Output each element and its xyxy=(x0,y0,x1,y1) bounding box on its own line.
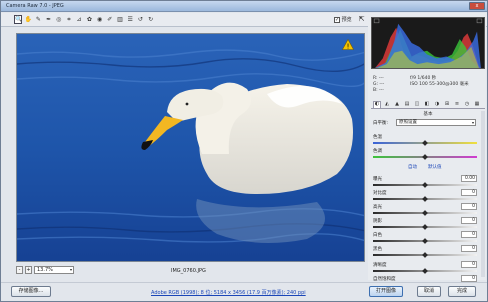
rgb-readout: R: --- G: --- B: --- xyxy=(373,76,384,94)
slider-label: 白色 xyxy=(373,233,382,238)
default-link[interactable]: 默认值 xyxy=(428,164,442,170)
open-image-button[interactable]: 打开图像 xyxy=(369,286,403,297)
slider-label: 阴影 xyxy=(373,219,382,224)
histogram xyxy=(371,17,485,69)
straighten-icon[interactable]: ⊿ xyxy=(75,15,83,24)
warning-glyph: ! xyxy=(347,43,350,51)
panel-tab-icon[interactable]: ≡ xyxy=(453,101,461,108)
zoom-value: 13.7% xyxy=(37,267,53,273)
panel-tab-icon[interactable]: ◧ xyxy=(423,101,431,108)
rotate-left-icon[interactable]: ↺ xyxy=(136,15,144,24)
slider-value-field[interactable]: 0 xyxy=(461,203,477,210)
panel-tab-icon[interactable]: ◐ xyxy=(373,101,381,108)
panel-tab-icon[interactable]: ◑ xyxy=(433,101,441,108)
save-image-button[interactable]: 存储图像... xyxy=(11,286,51,297)
slider-value-field[interactable]: 0 xyxy=(461,275,477,282)
preview-checkbox[interactable]: ✓ 预览 xyxy=(334,16,352,23)
preview-checkbox-box[interactable]: ✓ xyxy=(334,16,340,23)
graduated-filter-icon[interactable]: ▥ xyxy=(116,15,124,24)
camera-info: f/9 1/640 秒 ISO 100 55-300@300 毫米 xyxy=(410,76,469,88)
fullscreen-icon[interactable]: ⇱ xyxy=(357,15,366,24)
rotate-right-icon[interactable]: ↻ xyxy=(147,15,155,24)
slider-value-field[interactable]: 0 xyxy=(461,189,477,196)
panel-tab-icon[interactable]: ▦ xyxy=(473,101,481,108)
slider-label: 高光 xyxy=(373,205,382,210)
panel-tab-icon[interactable]: ⊞ xyxy=(443,101,451,108)
workflow-options-link[interactable]: Adobe RGB (1998); 8 位; 5184 x 3456 (17.9… xyxy=(151,289,306,296)
hand-icon[interactable]: ✋ xyxy=(24,15,32,24)
spot-removal-icon[interactable]: ✿ xyxy=(85,15,93,24)
slider-value-field[interactable]: 0 xyxy=(461,245,477,252)
slider-label: 黑色 xyxy=(373,247,382,252)
panel-tabs: ◐ ◭ ▲ ▤ ◫ ◧ ◑ ⊞ ≡ ◷ ▦ xyxy=(371,100,485,109)
slider-value-field[interactable]: 0 xyxy=(461,231,477,238)
crop-icon[interactable]: ⌗ xyxy=(65,15,73,24)
window-title: Camera Raw 7.0 - JPEG xyxy=(6,3,64,9)
swan-photo xyxy=(17,34,364,261)
red-eye-icon[interactable]: ◉ xyxy=(96,15,104,24)
panel-tab-icon[interactable]: ◷ xyxy=(463,101,471,108)
panel-scrollbar[interactable] xyxy=(481,111,485,277)
close-button[interactable]: x xyxy=(469,2,485,10)
slider-label: 对比度 xyxy=(373,191,387,196)
panel-tab-icon[interactable]: ▲ xyxy=(393,101,401,108)
zoom-level-select[interactable]: 13.7% ▾ xyxy=(34,266,74,274)
zoom-out-button[interactable]: - xyxy=(16,266,23,274)
tint-label: 色调 xyxy=(373,149,382,154)
chevron-down-icon: ▾ xyxy=(69,267,72,272)
chevron-down-icon: ▾ xyxy=(471,120,474,125)
warning-icon[interactable]: ! xyxy=(342,39,354,50)
targeted-adjustment-icon[interactable]: ◎ xyxy=(55,15,63,24)
zoom-in-button[interactable]: + xyxy=(25,266,32,274)
cancel-button[interactable]: 取消 xyxy=(417,286,441,297)
color-sampler-icon[interactable]: ✒ xyxy=(45,15,53,24)
white-balance-icon[interactable]: ✎ xyxy=(34,15,42,24)
panel-tab-icon[interactable]: ▤ xyxy=(403,101,411,108)
right-panel: R: --- G: --- B: --- f/9 1/640 秒 ISO 100… xyxy=(368,14,486,288)
bottom-bar: 存储图像... Adobe RGB (1998); 8 位; 5184 x 34… xyxy=(1,282,487,301)
preview-label: 预览 xyxy=(341,17,352,23)
lens-info: ISO 100 55-300@300 毫米 xyxy=(410,82,469,87)
white-balance-value: 原照设置 xyxy=(399,120,417,125)
slider-label: 曝光 xyxy=(373,177,382,182)
slider-label: 清晰度 xyxy=(373,263,387,268)
panel-tab-icon[interactable]: ◫ xyxy=(413,101,421,108)
white-balance-label: 白平衡: xyxy=(373,121,389,126)
white-balance-select[interactable]: 原照设置 ▾ xyxy=(396,119,476,126)
slider-value-field[interactable]: 0.00 xyxy=(461,175,477,182)
temperature-label: 色温 xyxy=(373,135,382,140)
done-button[interactable]: 完成 xyxy=(448,286,476,297)
title-bar[interactable]: Camera Raw 7.0 - JPEG x xyxy=(1,1,487,12)
preferences-icon[interactable]: ☰ xyxy=(126,15,134,24)
auto-link[interactable]: 自动 xyxy=(408,164,417,170)
section-title: 基本 xyxy=(423,112,433,117)
blue-readout: B: --- xyxy=(373,88,384,93)
zoom-icon[interactable]: 🔍 xyxy=(14,15,22,24)
image-preview[interactable] xyxy=(16,33,365,262)
adjustment-brush-icon[interactable]: ✐ xyxy=(106,15,114,24)
file-name: IMG_0760.JPG xyxy=(171,268,206,274)
slider-value-field[interactable]: 0 xyxy=(461,261,477,268)
slider-value-field[interactable]: 0 xyxy=(461,217,477,224)
camera-raw-window: Camera Raw 7.0 - JPEG x 🔍 ✋ ✎ ✒ ◎ ⌗ ⊿ ✿ ◉ ✐ ▥ ☰ ↺ ↻ ✓… xyxy=(0,0,488,302)
panel-tab-icon[interactable]: ◭ xyxy=(383,101,391,108)
